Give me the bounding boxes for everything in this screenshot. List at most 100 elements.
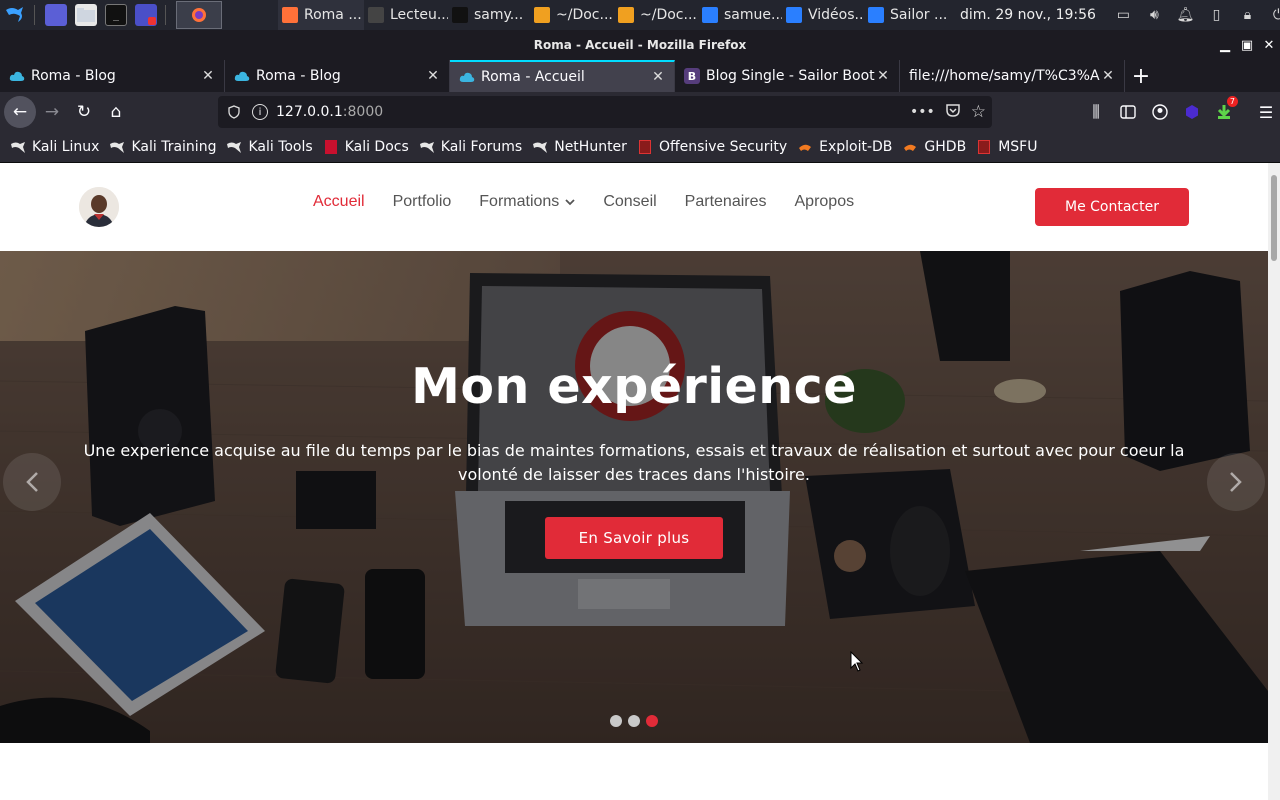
tab-close-icon[interactable]: ✕ — [1100, 68, 1116, 84]
tab-title: Roma - Accueil — [481, 69, 585, 85]
taskbar-window-button[interactable]: samue... — [698, 0, 782, 30]
scrollbar-thumb[interactable] — [1271, 175, 1277, 261]
bookmark-star-icon[interactable]: ☆ — [971, 102, 986, 122]
taskbar-window-button[interactable]: Roma ... — [278, 0, 364, 30]
bookmark-item[interactable]: NetHunter — [532, 139, 627, 155]
close-window-icon[interactable]: ✕ — [1258, 30, 1280, 60]
taskbar-window-button[interactable]: ~/Doc... — [614, 0, 698, 30]
taskbar-window-button[interactable]: Vidéos... — [782, 0, 864, 30]
window-app-icon — [368, 7, 384, 23]
browser-tab[interactable]: file:///home/samy/T%C3%A ✕ — [900, 60, 1125, 92]
page-scrollbar[interactable] — [1268, 163, 1280, 800]
window-app-icon — [282, 7, 298, 23]
minimize-icon[interactable]: ▁ — [1214, 30, 1236, 60]
lock-icon[interactable]: 🔒︎ — [1232, 0, 1263, 30]
tab-close-icon[interactable]: ✕ — [875, 68, 891, 84]
bookmark-item[interactable]: Exploit-DB — [797, 139, 892, 155]
notifications-icon[interactable]: 🔔︎ — [1170, 0, 1201, 30]
bookmark-item[interactable]: Kali Training — [109, 139, 216, 155]
account-icon[interactable] — [1144, 96, 1176, 128]
nav-link-portfolio[interactable]: Portfolio — [393, 193, 452, 211]
bookmark-item[interactable]: Kali Tools — [226, 139, 313, 155]
window-label: samue... — [724, 7, 782, 23]
site-info-icon[interactable]: i — [252, 104, 268, 120]
screen-icon[interactable]: ▭ — [1108, 0, 1139, 30]
nav-link-accueil[interactable]: Accueil — [313, 193, 365, 211]
maximize-icon[interactable]: ▣ — [1236, 30, 1258, 60]
browser-tab[interactable]: B Blog Single - Sailor Bootst ✕ — [675, 60, 900, 92]
cloud-favicon-icon — [459, 69, 475, 85]
window-app-icon — [702, 7, 718, 23]
kali-menu-icon[interactable] — [4, 4, 26, 26]
nav-link-formations[interactable]: Formations — [479, 193, 575, 211]
carousel-indicator-dot[interactable] — [646, 715, 658, 727]
tab-close-icon[interactable]: ✕ — [425, 68, 441, 84]
window-app-icon — [534, 7, 550, 23]
library-icon[interactable]: ⫼ — [1080, 96, 1112, 128]
learn-more-button[interactable]: En Savoir plus — [545, 517, 723, 559]
taskbar-window-button[interactable]: Sailor ... — [864, 0, 954, 30]
screen-recorder-icon[interactable] — [135, 4, 157, 26]
hero-overlay — [0, 251, 1268, 743]
nav-link-label: Conseil — [603, 193, 657, 210]
volume-icon[interactable]: 🔊︎ — [1139, 0, 1170, 30]
app-menu-icon[interactable]: ☰ — [1250, 96, 1280, 128]
terminal-icon[interactable]: _ — [105, 4, 127, 26]
kali-dragon-icon — [532, 139, 548, 155]
download-addon-icon[interactable]: 7 — [1208, 96, 1240, 128]
reload-button[interactable]: ↻ — [68, 96, 100, 128]
bookmark-label: Kali Tools — [248, 139, 313, 155]
tracking-protection-icon[interactable] — [226, 105, 242, 119]
bookmark-item[interactable]: Kali Docs — [323, 139, 409, 155]
forward-button[interactable]: → — [36, 96, 68, 128]
hero-description: Une experience acquise au file du temps … — [83, 441, 1185, 484]
show-desktop-icon[interactable] — [45, 4, 67, 26]
taskbar-window-button[interactable]: samy... — [448, 0, 530, 30]
bookmark-item[interactable]: Kali Forums — [419, 139, 522, 155]
toolbar-right: ⫼ 7 ☰ — [1080, 96, 1280, 128]
bookmark-item[interactable]: GHDB — [902, 139, 966, 155]
power-icon[interactable]: ⏻ — [1263, 0, 1280, 30]
bookmark-item[interactable]: Offensive Security — [637, 139, 787, 155]
taskbar-window-button[interactable]: Lecteu... — [364, 0, 448, 30]
nav-link-apropos[interactable]: Apropos — [795, 193, 855, 211]
taskbar-window-button[interactable]: ~/Doc... — [530, 0, 614, 30]
kali-dragon-icon — [226, 139, 242, 155]
contact-button[interactable]: Me Contacter — [1035, 188, 1189, 226]
browser-tab[interactable]: Roma - Blog ✕ — [0, 60, 225, 92]
cloud-favicon-icon — [234, 68, 250, 84]
back-button[interactable]: ← — [4, 96, 36, 128]
home-button[interactable]: ⌂ — [100, 96, 132, 128]
carousel-prev-button[interactable] — [3, 453, 61, 511]
battery-icon[interactable]: ▯ — [1201, 0, 1232, 30]
site-logo-avatar[interactable] — [79, 187, 119, 227]
bookmark-label: Kali Training — [131, 139, 217, 155]
pocket-icon[interactable] — [945, 102, 961, 122]
page-actions-icon[interactable]: ••• — [910, 104, 935, 120]
bookmark-label: MSFU — [998, 139, 1038, 155]
clock[interactable]: dim. 29 nov., 19:56 — [960, 7, 1096, 23]
window-label: Roma ... — [304, 7, 362, 23]
nav-link-partenaires[interactable]: Partenaires — [685, 193, 767, 211]
url-port: :8000 — [342, 104, 384, 120]
file-manager-icon[interactable] — [75, 4, 97, 26]
extension-hexagon-icon[interactable] — [1176, 96, 1208, 128]
new-tab-button[interactable]: + — [1125, 60, 1157, 92]
bookmark-item[interactable]: MSFU — [976, 139, 1037, 155]
url-text[interactable]: 127.0.0.1:8000 — [276, 104, 383, 120]
url-bar[interactable]: i 127.0.0.1:8000 ••• ☆ — [218, 96, 992, 128]
nav-link-conseil[interactable]: Conseil — [603, 193, 656, 211]
sidebar-icon[interactable] — [1112, 96, 1144, 128]
carousel-indicator-dot[interactable] — [628, 715, 640, 727]
tab-close-icon[interactable]: ✕ — [200, 68, 216, 84]
nav-link-label: Apropos — [794, 193, 855, 210]
browser-tab[interactable]: Roma - Blog ✕ — [225, 60, 450, 92]
carousel-next-button[interactable] — [1207, 453, 1265, 511]
tab-close-icon[interactable]: ✕ — [650, 69, 666, 85]
bookmark-item[interactable]: Kali Linux — [10, 139, 99, 155]
url-actions: ••• ☆ — [910, 102, 986, 122]
window-controls: ▁ ▣ ✕ — [1214, 30, 1280, 60]
browser-tab[interactable]: Roma - Accueil ✕ — [450, 60, 675, 92]
firefox-launcher-icon[interactable] — [176, 1, 222, 29]
carousel-indicator-dot[interactable] — [610, 715, 622, 727]
